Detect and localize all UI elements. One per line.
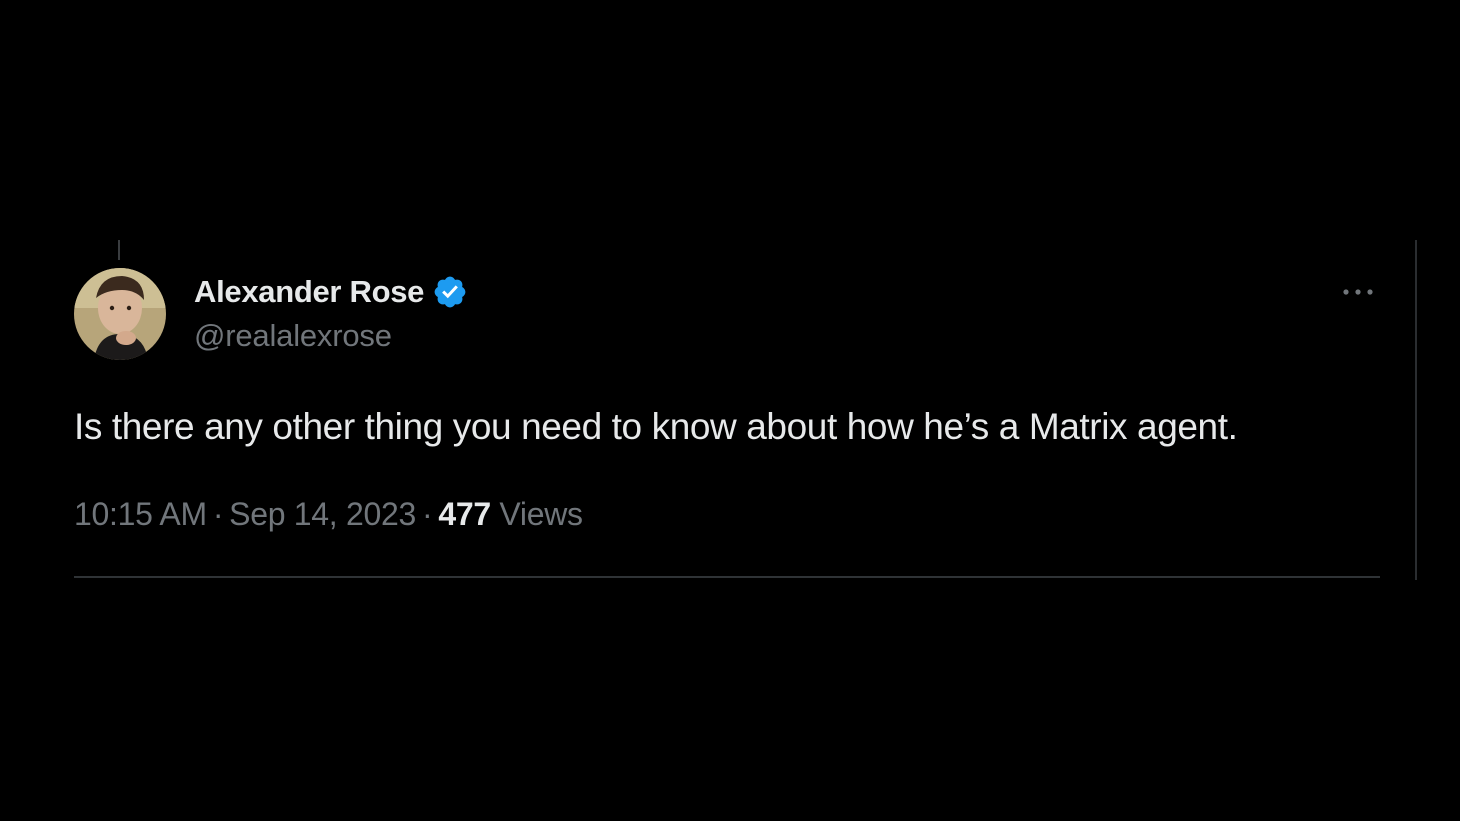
views-count[interactable]: 477 (438, 496, 491, 532)
column-border (1415, 240, 1417, 580)
avatar[interactable] (74, 268, 166, 360)
tweet-time[interactable]: 10:15 AM (74, 496, 207, 532)
author-name-row: Alexander Rose (194, 272, 468, 312)
views-label: Views (499, 496, 583, 532)
tweet-card: Alexander Rose @realalexrose Is there an… (0, 0, 1460, 821)
author-display-name[interactable]: Alexander Rose (194, 274, 424, 310)
divider (74, 576, 1380, 578)
verified-badge-icon[interactable] (432, 274, 468, 310)
author-handle[interactable]: @realalexrose (194, 318, 392, 354)
tweet-text: Is there any other thing you need to kno… (74, 406, 1238, 447)
tweet-date[interactable]: Sep 14, 2023 (229, 496, 416, 532)
more-options-button[interactable] (1336, 276, 1380, 308)
thread-line (118, 240, 120, 260)
more-options-icon (1343, 289, 1373, 295)
tweet-meta: 10:15 AM · Sep 14, 2023 · 477 Views (74, 496, 583, 533)
avatar-photo (74, 268, 166, 360)
meta-separator: · (421, 496, 433, 532)
meta-separator: · (212, 496, 224, 532)
